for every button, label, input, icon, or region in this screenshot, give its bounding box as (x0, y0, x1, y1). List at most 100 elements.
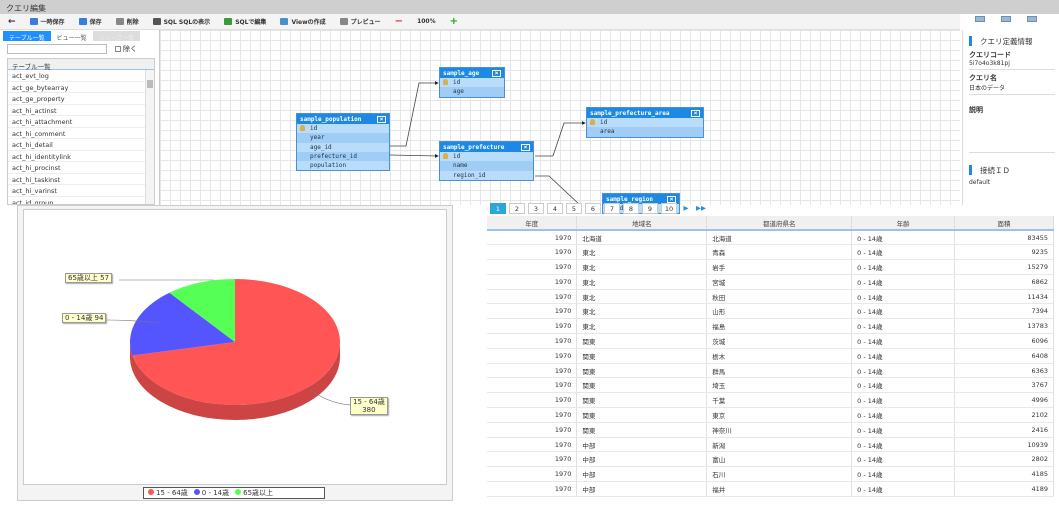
close-icon[interactable]: × (691, 109, 700, 117)
table-row[interactable]: 1970 中部 福井 0 - 14歳 4189 (487, 481, 1054, 497)
entity-header[interactable]: sample_population × (297, 114, 389, 124)
column-header[interactable]: 都道府県名 (706, 216, 853, 231)
table-list-item[interactable]: act_evt_log (8, 70, 146, 82)
page-2[interactable]: 2 (509, 203, 525, 214)
entity-sample_population[interactable]: sample_population × id year age_id prefecture… (296, 113, 390, 172)
table-row[interactable]: 1970 関東 千葉 0 - 14歳 4996 (487, 392, 1054, 409)
tab-resource-list[interactable]: リソース一覧 (92, 31, 141, 42)
page-10[interactable]: 10 (661, 203, 677, 214)
layout-left-icon[interactable] (975, 16, 985, 22)
entity-header[interactable]: sample_prefecture × (440, 142, 533, 152)
column-header[interactable]: 面積 (954, 216, 1054, 231)
table-row[interactable]: 1970 東北 山形 0 - 14歳 7394 (487, 303, 1054, 320)
diagram-canvas[interactable]: sample_population × id year age_id prefecture… (160, 30, 960, 215)
table-row[interactable]: 1970 東北 福島 0 - 14歳 13783 (487, 318, 1054, 335)
table-list-item[interactable]: act_hi_comment (8, 128, 146, 139)
table-search-input[interactable] (7, 44, 107, 54)
table-list-item[interactable]: act_hi_identitylink (8, 151, 146, 162)
table-list-item[interactable]: act_hi_varinst (8, 185, 146, 197)
close-icon[interactable]: × (667, 195, 676, 203)
table-row[interactable]: 1970 中部 富山 0 - 14歳 2802 (487, 451, 1054, 468)
page-3[interactable]: 3 (528, 203, 544, 214)
page-6[interactable]: 6 (585, 203, 601, 214)
last-page-button[interactable]: ▶▶ (695, 203, 707, 214)
toolbar-button-temp-save[interactable]: 一時保存 (29, 17, 65, 26)
page-4[interactable]: 4 (547, 203, 563, 214)
legend-item[interactable]: 0 - 14歳 (193, 488, 229, 498)
column-header[interactable]: 年度 (487, 216, 578, 231)
tab-table-list[interactable]: テーブル一覧 (3, 31, 51, 42)
toolbar-button-view[interactable]: Viewの作成 (280, 17, 326, 26)
entity-field[interactable]: population (297, 161, 389, 170)
entity-field[interactable]: area (587, 127, 703, 137)
entity-field[interactable]: age_id (297, 143, 389, 152)
entity-field[interactable]: id (297, 124, 389, 133)
table-list-item[interactable]: act_id_group (8, 197, 146, 205)
entity-sample_age[interactable]: sample_age × id age (439, 67, 505, 98)
table-row[interactable]: 1970 北海道 北海道 0 - 14歳 83455 (487, 230, 1054, 246)
close-icon[interactable]: × (521, 143, 530, 151)
table-list-item[interactable]: act_hi_actinst (8, 105, 146, 116)
scrollbar[interactable] (145, 70, 154, 204)
toolbar-button-pencil[interactable]: SQLで編集 (224, 17, 266, 26)
entity-field[interactable]: id (440, 152, 533, 161)
close-icon[interactable]: × (492, 69, 501, 77)
table-list-item[interactable]: act_hi_procinst (8, 162, 146, 174)
entity-field[interactable]: year (297, 133, 389, 143)
table-list-item[interactable]: act_hi_detail (8, 139, 146, 151)
back-button[interactable]: ← (8, 17, 16, 27)
table-cell: 1970 (487, 437, 578, 453)
legend-item[interactable]: 15 - 64歳 (148, 488, 188, 498)
table-row[interactable]: 1970 東北 岩手 0 - 14歳 15279 (487, 259, 1054, 275)
layout-right-icon[interactable] (1027, 16, 1037, 22)
zoom-out-button[interactable]: − (395, 16, 403, 27)
table-row[interactable]: 1970 関東 茨城 0 - 14歳 6096 (487, 333, 1054, 349)
layout-bottom-icon[interactable] (1001, 16, 1011, 22)
entity-field[interactable]: id (440, 78, 504, 87)
entity-header[interactable]: sample_age × (440, 68, 504, 78)
table-list-item[interactable]: act_hi_attachment (8, 116, 146, 128)
table-row[interactable]: 1970 東北 宮城 0 - 14歳 6862 (487, 274, 1054, 290)
column-header[interactable]: 年齢 (851, 216, 956, 231)
tab-view-list[interactable]: ビュー一覧 (50, 31, 93, 42)
entity-field[interactable]: name (440, 161, 533, 171)
entity-field[interactable]: id (587, 118, 703, 127)
table-row[interactable]: 1970 関東 神奈川 0 - 14歳 2416 (487, 422, 1054, 438)
entity-field[interactable]: prefecture_id (297, 151, 389, 162)
toolbar-button-preview[interactable]: プレビュー (339, 17, 381, 26)
table-row[interactable]: 1970 関東 栃木 0 - 14歳 6408 (487, 348, 1054, 364)
legend-item[interactable]: 65歳以上 (235, 488, 273, 498)
entity-header[interactable]: sample_prefecture_area × (587, 108, 703, 118)
column-header[interactable]: 地域名 (576, 216, 708, 231)
page-7[interactable]: 7 (604, 203, 620, 214)
toolbar-button-sql[interactable]: SQL SQLの表示 (152, 17, 210, 26)
plus-icon: + (449, 16, 458, 27)
next-page-button[interactable]: ▶ (680, 203, 692, 214)
entity-field[interactable]: region_id (440, 171, 533, 180)
close-icon[interactable]: × (377, 115, 386, 123)
table-list-item[interactable]: act_ge_bytearray (8, 82, 146, 93)
table-row[interactable]: 1970 中部 石川 0 - 14歳 4185 (487, 466, 1054, 483)
entity-sample_prefecture_area[interactable]: sample_prefecture_area × id area (586, 107, 704, 138)
toolbar-button-delete[interactable]: 削除 (115, 17, 139, 26)
entity-sample_prefecture[interactable]: sample_prefecture × id name region_id (439, 141, 534, 181)
entity-field[interactable]: age (440, 87, 504, 97)
page-1[interactable]: 1 (490, 203, 506, 214)
table-row[interactable]: 1970 東北 秋田 0 - 14歳 11434 (487, 289, 1054, 305)
table-row[interactable]: 1970 関東 東京 0 - 14歳 2102 (487, 407, 1054, 423)
table-row[interactable]: 1970 中部 新潟 0 - 14歳 10939 (487, 437, 1054, 453)
page-5[interactable]: 5 (566, 203, 582, 214)
table-row[interactable]: 1970 東北 青森 0 - 14歳 9235 (487, 244, 1054, 261)
zoom-in-button[interactable]: + (450, 16, 458, 27)
table-row[interactable]: 1970 関東 群馬 0 - 14歳 6363 (487, 363, 1054, 379)
table-list-item[interactable]: act_hi_taskinst (8, 174, 146, 185)
page-9[interactable]: 9 (642, 203, 658, 214)
scrollbar-thumb[interactable] (147, 80, 153, 88)
exclude-checkbox[interactable]: 除く (115, 44, 137, 54)
page-8[interactable]: 8 (623, 203, 639, 214)
toolbar-button-save[interactable]: 保存 (78, 17, 102, 26)
table-row[interactable]: 1970 関東 埼玉 0 - 14歳 3767 (487, 377, 1054, 394)
description-field[interactable] (969, 115, 1055, 153)
table-list-item[interactable]: act_ge_property (8, 93, 146, 105)
query-name-value[interactable]: 日本のデータ (969, 83, 1055, 95)
